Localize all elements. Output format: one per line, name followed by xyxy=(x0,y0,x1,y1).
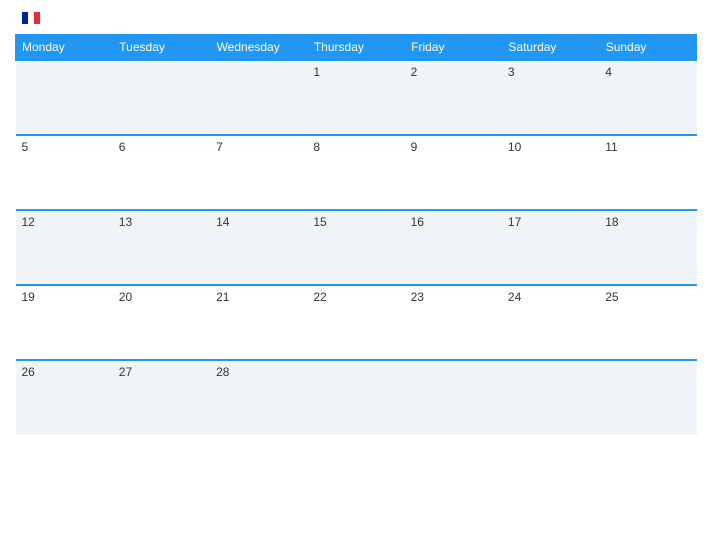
weekday-header-sunday: Sunday xyxy=(599,35,696,61)
day-number: 5 xyxy=(22,140,29,154)
day-cell-1: 1 xyxy=(307,60,404,135)
day-number: 7 xyxy=(216,140,223,154)
day-number: 20 xyxy=(119,290,132,304)
day-number: 3 xyxy=(508,65,515,79)
day-cell-24: 24 xyxy=(502,285,599,360)
day-cell-9: 9 xyxy=(405,135,502,210)
week-row-3: 12 13 14 15 16 17 18 xyxy=(16,210,697,285)
day-number: 28 xyxy=(216,365,229,379)
calendar-container: MondayTuesdayWednesdayThursdayFridaySatu… xyxy=(0,0,712,550)
day-cell-16: 16 xyxy=(405,210,502,285)
day-number: 13 xyxy=(119,215,132,229)
day-number: 16 xyxy=(411,215,424,229)
day-number: 19 xyxy=(22,290,35,304)
day-cell-28: 28 xyxy=(210,360,307,435)
week-row-4: 19 20 21 22 23 24 25 xyxy=(16,285,697,360)
day-number: 6 xyxy=(119,140,126,154)
day-cell-4: 4 xyxy=(599,60,696,135)
day-number: 26 xyxy=(22,365,35,379)
day-cell-18: 18 xyxy=(599,210,696,285)
weekday-header-friday: Friday xyxy=(405,35,502,61)
day-cell-22: 22 xyxy=(307,285,404,360)
calendar-header xyxy=(15,10,697,26)
weekday-header-saturday: Saturday xyxy=(502,35,599,61)
day-number: 18 xyxy=(605,215,618,229)
week-row-1: 1 2 3 4 xyxy=(16,60,697,135)
empty-cell xyxy=(502,360,599,435)
day-cell-3: 3 xyxy=(502,60,599,135)
day-number: 8 xyxy=(313,140,320,154)
day-cell-12: 12 xyxy=(16,210,113,285)
day-number: 11 xyxy=(605,140,617,154)
day-cell-6: 6 xyxy=(113,135,210,210)
day-number: 17 xyxy=(508,215,521,229)
day-cell-23: 23 xyxy=(405,285,502,360)
day-cell-25: 25 xyxy=(599,285,696,360)
day-cell-19: 19 xyxy=(16,285,113,360)
empty-cell xyxy=(16,60,113,135)
empty-cell xyxy=(307,360,404,435)
day-number: 25 xyxy=(605,290,618,304)
weekday-header-wednesday: Wednesday xyxy=(210,35,307,61)
day-cell-2: 2 xyxy=(405,60,502,135)
day-cell-8: 8 xyxy=(307,135,404,210)
weekday-header-thursday: Thursday xyxy=(307,35,404,61)
logo-top xyxy=(20,10,40,26)
day-cell-27: 27 xyxy=(113,360,210,435)
weekday-header-row: MondayTuesdayWednesdayThursdayFridaySatu… xyxy=(16,35,697,61)
calendar-grid: MondayTuesdayWednesdayThursdayFridaySatu… xyxy=(15,34,697,435)
day-number: 14 xyxy=(216,215,229,229)
day-number: 9 xyxy=(411,140,418,154)
day-number: 23 xyxy=(411,290,424,304)
day-number: 4 xyxy=(605,65,612,79)
week-row-5: 26 27 28 xyxy=(16,360,697,435)
day-cell-17: 17 xyxy=(502,210,599,285)
empty-cell xyxy=(210,60,307,135)
day-cell-5: 5 xyxy=(16,135,113,210)
day-number: 12 xyxy=(22,215,35,229)
day-number: 24 xyxy=(508,290,521,304)
day-cell-26: 26 xyxy=(16,360,113,435)
logo xyxy=(20,10,40,26)
day-cell-20: 20 xyxy=(113,285,210,360)
day-number: 21 xyxy=(216,290,229,304)
day-cell-11: 11 xyxy=(599,135,696,210)
day-number: 2 xyxy=(411,65,418,79)
day-number: 1 xyxy=(313,65,320,79)
day-cell-10: 10 xyxy=(502,135,599,210)
day-number: 10 xyxy=(508,140,521,154)
day-number: 27 xyxy=(119,365,132,379)
logo-flag-icon xyxy=(22,12,40,24)
day-number: 22 xyxy=(313,290,326,304)
day-cell-14: 14 xyxy=(210,210,307,285)
empty-cell xyxy=(405,360,502,435)
weekday-header-tuesday: Tuesday xyxy=(113,35,210,61)
day-cell-15: 15 xyxy=(307,210,404,285)
weekday-header-monday: Monday xyxy=(16,35,113,61)
day-cell-21: 21 xyxy=(210,285,307,360)
empty-cell xyxy=(113,60,210,135)
day-cell-13: 13 xyxy=(113,210,210,285)
empty-cell xyxy=(599,360,696,435)
week-row-2: 5 6 7 8 9 10 11 xyxy=(16,135,697,210)
day-cell-7: 7 xyxy=(210,135,307,210)
day-number: 15 xyxy=(313,215,326,229)
